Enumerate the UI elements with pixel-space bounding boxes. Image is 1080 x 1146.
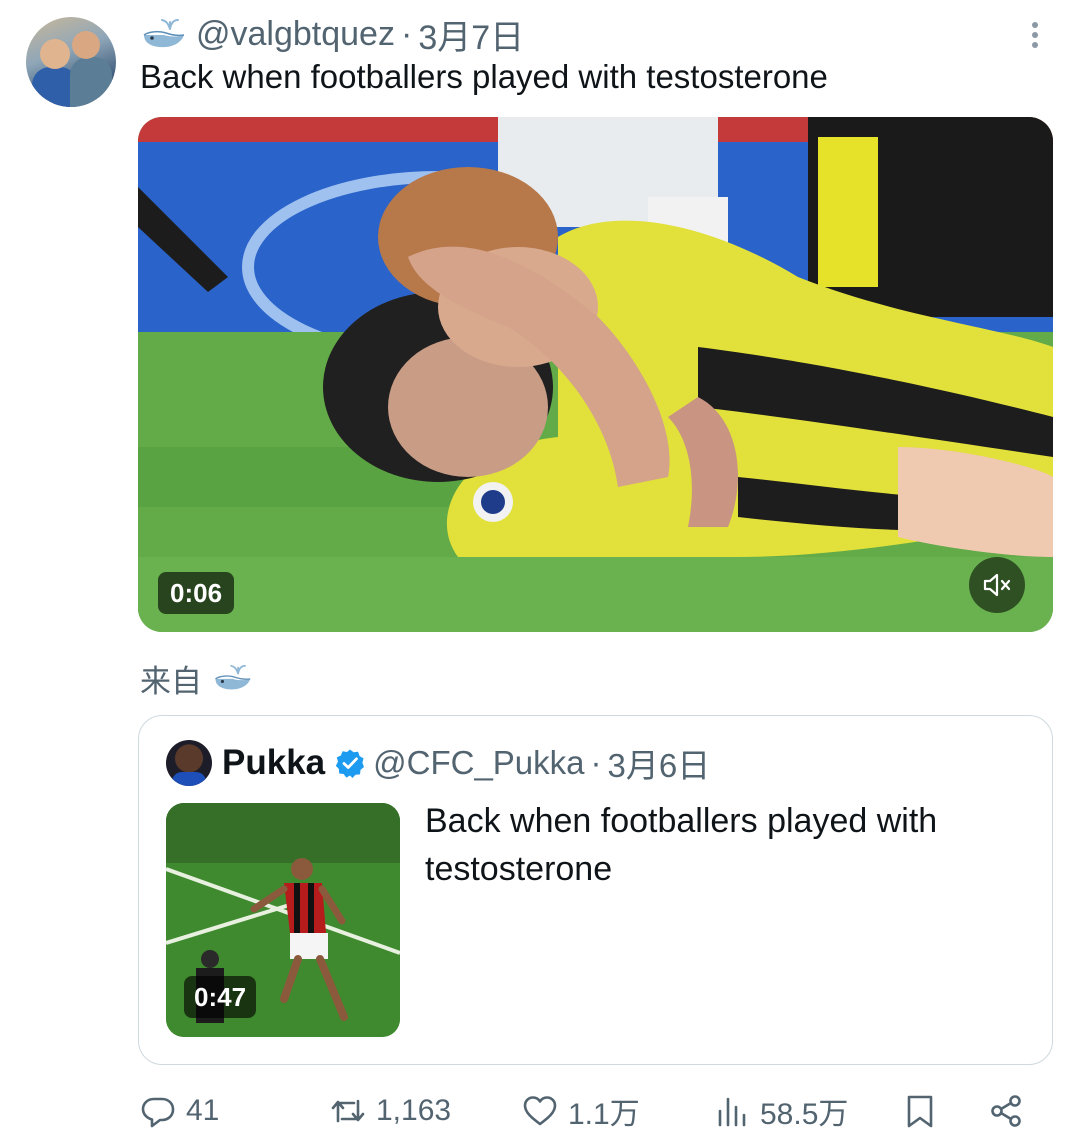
like-button[interactable]: 1.1万 [522,1088,640,1134]
bookmark-icon [907,1095,933,1128]
views-count: 58.5万 [760,1098,849,1131]
tweet-action-bar: 41 1,163 1.1万 58.5万 [138,1088,1038,1134]
verified-badge-icon [335,749,365,778]
source-label: 来自 [140,658,262,699]
whale-icon [215,664,251,690]
views-button[interactable]: 58.5万 [714,1088,848,1134]
mute-button[interactable] [969,557,1025,613]
like-count: 1.1万 [568,1098,640,1131]
whale-icon [143,19,185,48]
quoted-date[interactable]: 3月6日 [608,739,711,787]
video-frame [138,117,1053,632]
source-text: 来自 [140,663,202,699]
header-separator: · [400,14,413,53]
video-duration-badge: 0:06 [158,572,235,614]
quoted-tweet-text: Back when footballers played with testos… [425,802,938,888]
bookmark-button[interactable] [902,1088,948,1134]
more-vertical-icon[interactable] [1025,20,1045,50]
retweet-button[interactable]: 1,163 [330,1088,451,1134]
heart-icon [523,1096,557,1126]
reply-count: 41 [186,1094,220,1127]
quoted-display-name[interactable]: Pukka [222,743,325,783]
tweet-date[interactable]: 3月7日 [418,10,524,59]
quoted-separator: · [590,744,602,781]
retweet-icon [331,1099,365,1123]
share-icon [991,1095,1021,1127]
quoted-handle[interactable]: @CFC_Pukka [373,744,584,782]
tweet-text: Back when footballers played with testos… [140,58,828,95]
tweet-video[interactable] [138,117,1053,632]
quoted-tweet-header: Pukka @CFC_Pukka · 3月6日 [222,743,710,784]
quoted-video-duration-badge: 0:47 [184,976,257,1018]
tweet-header: @valgbtquez · 3月7日 [140,14,524,57]
author-avatar[interactable] [26,17,116,107]
quoted-author-avatar[interactable] [166,740,212,786]
volume-mute-icon [983,573,1011,597]
reply-icon [141,1097,175,1128]
retweet-count: 1,163 [376,1094,452,1127]
reply-button[interactable]: 41 [140,1088,219,1134]
views-bar-icon [718,1097,746,1127]
author-handle[interactable]: @valgbtquez [196,15,395,54]
share-button[interactable] [988,1088,1034,1134]
